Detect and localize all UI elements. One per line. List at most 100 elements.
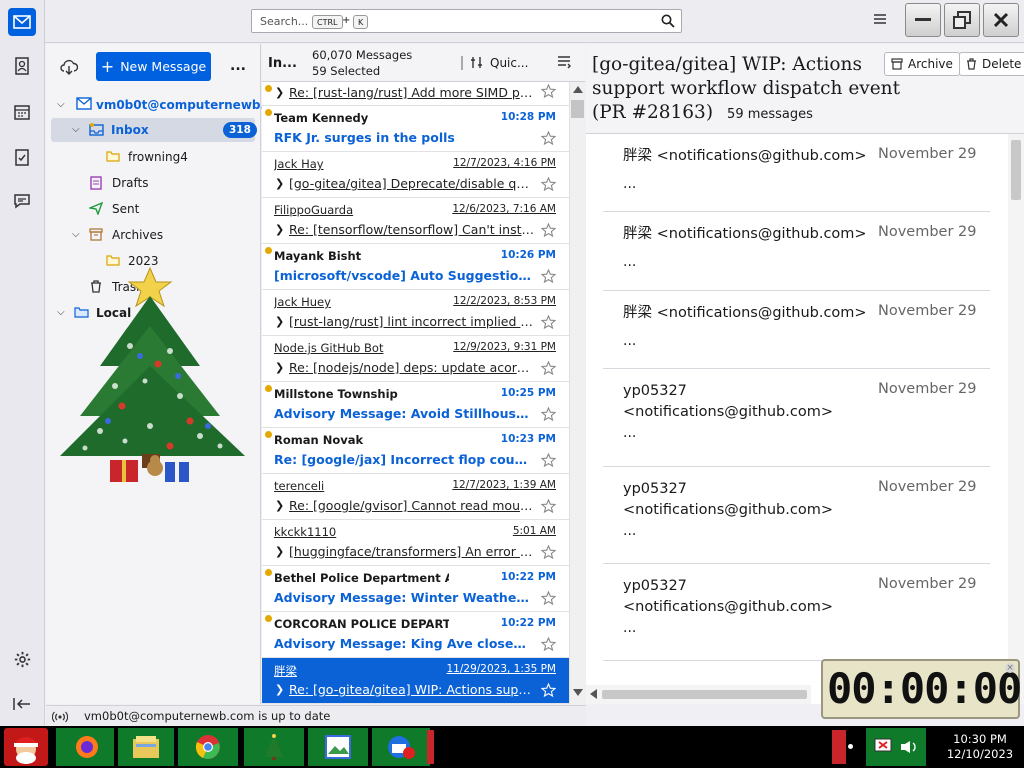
message-sender: Team Kennedy — [274, 111, 369, 125]
list-options-icon — [558, 56, 571, 69]
kbd-plus: + — [342, 15, 351, 26]
message-row[interactable]: kkckk1110 5:01 AM ❯ [huggingface/transforme… — [262, 520, 569, 566]
message-row[interactable]: 胖梁 11/29/2023, 1:35 PM ❯ Re: [go-gitea/gite… — [262, 658, 569, 704]
scroll-thumb[interactable] — [602, 690, 807, 699]
minimize-button[interactable] — [905, 3, 941, 37]
archive-icon — [89, 228, 103, 241]
message-sender: Bethel Police Department AK — [274, 571, 449, 585]
thread-message-card[interactable]: 胖梁 <notifications@github.com> November 29… — [603, 134, 990, 212]
calendar-icon — [14, 105, 30, 120]
calendar-button[interactable] — [8, 98, 36, 126]
address-book-button[interactable] — [8, 52, 36, 80]
reading-pane-hscrollbar[interactable] — [586, 685, 811, 704]
quick-filter-button[interactable]: Quic... — [490, 56, 528, 70]
address-book-icon — [15, 57, 29, 75]
scroll-thumb[interactable] — [571, 100, 584, 118]
message-row[interactable]: Mayank Bisht 10:26 PM [microsoft/vscode] A… — [262, 244, 569, 290]
start-button[interactable] — [4, 728, 48, 766]
restore-button[interactable] — [944, 3, 980, 37]
get-messages-button[interactable] — [60, 59, 78, 75]
message-date: 10:22 PM — [500, 571, 556, 583]
taskbar-firefox[interactable] — [56, 728, 114, 766]
card-sender-line: yp05327 — [623, 578, 687, 594]
folder-inbox[interactable]: ⌵ Inbox 318 — [51, 118, 257, 142]
minimize-icon — [915, 18, 931, 21]
folder-pane-more-button[interactable]: ... — [230, 58, 246, 74]
chevron-down-icon: ⌵ — [72, 124, 80, 135]
message-row[interactable]: Bethel Police Department AK 10:22 PM Advis… — [262, 566, 569, 612]
message-subject: Re: [nodejs/node] deps: update acorn-... — [289, 360, 534, 375]
taskbar-thunderbird[interactable] — [372, 728, 430, 766]
folder-drafts[interactable]: Drafts — [46, 171, 261, 195]
tasks-button[interactable] — [8, 143, 36, 171]
card-sender-line: 胖梁 <notifications@github.com> — [623, 148, 867, 164]
scroll-down-icon[interactable] — [573, 689, 583, 696]
card-sender-line: 胖梁 <notifications@github.com> — [623, 226, 867, 242]
message-row[interactable]: Millstone Township 10:25 PM Advisory Messa… — [262, 382, 569, 428]
picture-icon — [325, 735, 351, 759]
card-sender-line: yp05327 — [623, 481, 687, 497]
search-input[interactable]: Search... CTRL + K — [251, 9, 682, 33]
message-sender: CORCORAN POLICE DEPARTMENT — [274, 617, 449, 631]
chat-icon — [14, 194, 30, 209]
quick-filter-icon — [471, 57, 482, 68]
message-row[interactable]: Team Kennedy 10:28 PM RFK Jr. surges in th… — [262, 106, 569, 152]
message-subject: Advisory Message: Avoid Stillhouse goi..… — [274, 406, 534, 421]
message-row[interactable]: Roman Novak 10:23 PM Re: [google/jax] Inco… — [262, 428, 569, 474]
folder-frowning4[interactable]: frowning4 — [46, 145, 261, 169]
mail-space-button[interactable] — [8, 8, 36, 36]
message-row[interactable]: terenceli 12/7/2023, 1:39 AM ❯ Re: [google/… — [262, 474, 569, 520]
tree-icon — [265, 734, 283, 760]
folder-archives[interactable]: ⌵ Archives — [46, 223, 261, 247]
scroll-left-icon[interactable] — [590, 689, 597, 699]
message-list-scrollbar[interactable] — [569, 82, 585, 704]
thread-message-card[interactable]: yp05327 <notifications@github.com> Novembe… — [603, 467, 990, 564]
star-icon — [541, 269, 556, 283]
message-subject: [go-gitea/gitea] Deprecate/disable quer.… — [289, 176, 534, 191]
system-tray[interactable] — [866, 728, 926, 766]
archive-button[interactable]: Archive — [884, 52, 960, 76]
thread-message-card[interactable]: 胖梁 <notifications@github.com> November 29… — [603, 291, 990, 369]
taskbar-paint[interactable] — [308, 728, 368, 766]
taskbar-tree-app[interactable] — [244, 728, 304, 766]
settings-button[interactable] — [8, 645, 36, 673]
collapse-spaces-button[interactable] — [8, 690, 36, 718]
message-row[interactable]: CORCORAN POLICE DEPARTMENT 10:22 PM Adviso… — [262, 612, 569, 658]
taskbar-separator — [427, 730, 434, 764]
account-row[interactable]: ⌵ vm0b0t@computernewb... — [46, 93, 274, 117]
message-row[interactable]: Jack Huey 12/2/2023, 8:53 PM ❯ [rust-lang/r… — [262, 290, 569, 336]
kbd-ctrl: CTRL — [312, 15, 343, 29]
folder-label: Drafts — [112, 176, 149, 190]
message-sender: Roman Novak — [274, 433, 364, 447]
card-preview: ... — [623, 176, 637, 192]
thread-title-line: [go-gitea/gitea] WIP: Actions — [592, 54, 862, 75]
star-icon — [541, 407, 556, 421]
new-message-button[interactable]: + New Message — [96, 52, 211, 81]
message-date: 12/6/2023, 7:16 AM — [452, 203, 556, 215]
taskbar-explorer[interactable] — [118, 728, 174, 766]
scroll-up-icon[interactable] — [573, 86, 583, 93]
message-row[interactable]: Node.js GitHub Bot 12/9/2023, 9:31 PM ❯ Re:… — [262, 336, 569, 382]
selected-count: 59 Selected — [312, 64, 381, 78]
taskbar-clock[interactable]: 10:30 PM 12/10/2023 — [940, 732, 1020, 762]
chat-button[interactable] — [8, 187, 36, 215]
thread-message-card[interactable]: yp05327 <notifications@github.com> Novembe… — [603, 369, 990, 467]
delete-button[interactable]: Delete — [959, 52, 1024, 76]
folder-sent[interactable]: Sent — [46, 197, 261, 221]
taskbar-chrome[interactable] — [178, 728, 238, 766]
card-sender: yp05327 <notifications@github.com> — [623, 381, 868, 423]
app-menu-button[interactable] — [872, 12, 888, 26]
message-row[interactable]: ❯ Re: [rust-lang/rust] Add more SIMD plat… — [262, 82, 569, 106]
unread-count-badge: 318 — [223, 122, 257, 138]
thread-message-card[interactable]: yp05327 <notifications@github.com> Novembe… — [603, 564, 990, 661]
message-subject: Re: [go-gitea/gitea] WIP: Actions suppor… — [289, 682, 534, 697]
reading-pane-scrollbar[interactable] — [1008, 134, 1024, 704]
taskbar-date: 12/10/2023 — [946, 747, 1014, 761]
message-row[interactable]: FilippoGuarda 12/6/2023, 7:16 AM ❯ Re: [ten… — [262, 198, 569, 244]
scroll-thumb[interactable] — [1011, 140, 1021, 200]
close-button[interactable] — [983, 3, 1019, 37]
message-row[interactable]: Jack Hay 12/7/2023, 4:16 PM ❯ [go-gitea/git… — [262, 152, 569, 198]
star-icon — [541, 361, 556, 375]
widget-close-icon[interactable]: × — [1005, 663, 1015, 673]
thread-message-card[interactable]: 胖梁 <notifications@github.com> November 29… — [603, 212, 990, 291]
